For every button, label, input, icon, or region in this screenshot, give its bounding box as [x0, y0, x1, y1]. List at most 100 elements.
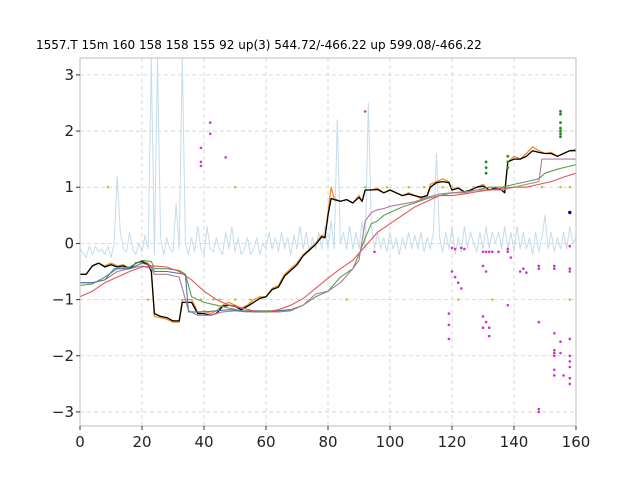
scatter-point-0 — [568, 267, 572, 271]
y-tick-label: 0 — [64, 234, 74, 252]
scatter-point-0 — [450, 270, 454, 273]
scatter-point-0 — [518, 270, 522, 273]
scatter-point-0 — [199, 146, 203, 150]
scatter-point-0 — [484, 320, 488, 324]
scatter-point-1 — [525, 186, 528, 189]
scatter-point-2 — [559, 126, 562, 130]
scatter-point-3 — [568, 210, 572, 215]
y-tick-label: 3 — [64, 66, 74, 84]
scatter-point-2 — [559, 129, 562, 133]
scatter-point-0 — [559, 340, 562, 344]
scatter-point-0 — [224, 156, 227, 159]
scatter-point-0 — [559, 351, 562, 355]
scatter-point-2 — [484, 166, 488, 170]
scatter-point-0 — [484, 250, 488, 254]
scatter-point-0 — [497, 250, 500, 254]
scatter-point-0 — [484, 270, 488, 273]
x-tick-label: 100 — [376, 433, 405, 451]
scatter-point-0 — [537, 267, 541, 271]
y-tick-label: −1 — [52, 291, 74, 309]
scatter-point-1 — [233, 298, 237, 301]
scatter-point-0 — [487, 326, 491, 330]
scatter-point-1 — [568, 186, 571, 189]
y-tick-label: 2 — [64, 122, 74, 140]
chart-title: 1557.T 15m 160 158 158 155 92 up(3) 544.… — [36, 38, 482, 52]
scatter-point-2 — [559, 121, 562, 124]
scatter-point-0 — [568, 270, 572, 273]
scatter-point-0 — [553, 354, 556, 358]
x-tick-label: 0 — [75, 433, 85, 451]
scatter-point-0 — [525, 271, 528, 274]
scatter-point-1 — [106, 186, 110, 189]
scatter-point-1 — [441, 186, 444, 189]
series-line-5 — [80, 262, 291, 313]
y-tick-label: 1 — [64, 178, 74, 196]
scatter-point-2 — [559, 135, 562, 139]
scatter-point-0 — [453, 247, 457, 251]
scatter-point-1 — [249, 298, 252, 301]
y-axis: −3 −2 −1 0 1 2 3 — [52, 66, 80, 421]
scatter-point-0 — [506, 247, 510, 251]
scatter-point-1 — [212, 298, 215, 301]
scatter-point-0 — [553, 368, 556, 372]
x-tick-label: 160 — [562, 433, 591, 451]
scatter-point-0 — [506, 250, 510, 254]
scatter-point-0 — [537, 320, 541, 324]
scatter-point-2 — [559, 132, 562, 136]
scatter-point-0 — [447, 323, 451, 327]
scatter-point-0 — [506, 303, 510, 307]
scatter-point-0 — [522, 267, 525, 271]
scatter-point-0 — [487, 334, 491, 338]
scatter-point-1 — [450, 186, 454, 189]
y-tick-label: −3 — [52, 403, 74, 421]
scatter-point-0 — [481, 326, 485, 330]
scatter-point-0 — [481, 315, 485, 318]
scatter-point-0 — [208, 132, 212, 136]
scatter-point-2 — [506, 166, 510, 170]
scatter-point-2 — [559, 110, 562, 113]
scatter-point-1 — [540, 186, 544, 189]
scatter-point-0 — [447, 337, 451, 341]
scatter-point-0 — [568, 244, 572, 248]
scatter-point-0 — [568, 354, 572, 358]
scatter-point-1 — [233, 186, 237, 189]
scatter-point-0 — [509, 256, 513, 259]
scatter-point-1 — [491, 298, 494, 301]
scatter-point-0 — [562, 374, 565, 377]
scatter-point-1 — [199, 298, 203, 301]
scatter-point-0 — [463, 247, 466, 251]
scatter-point-0 — [456, 281, 460, 285]
scatter-point-1 — [407, 186, 410, 189]
scatter-point-0 — [553, 351, 556, 355]
x-tick-label: 40 — [194, 433, 213, 451]
scatter-point-0 — [553, 374, 556, 377]
scatter-point-1 — [385, 186, 389, 189]
scatter-point-0 — [460, 287, 463, 290]
scatter-point-0 — [453, 275, 457, 279]
scatter-point-0 — [537, 410, 541, 414]
scatter-point-1 — [345, 298, 348, 301]
scatter-point-0 — [208, 121, 212, 124]
scatter-point-1 — [568, 298, 571, 301]
scatter-point-0 — [553, 264, 556, 268]
scatter-point-1 — [457, 298, 460, 301]
scatter-point-1 — [218, 298, 221, 301]
x-axis: 0 20 40 60 80 100 120 140 160 — [75, 426, 590, 451]
scatter-point-0 — [199, 160, 203, 164]
x-tick-label: 120 — [438, 433, 467, 451]
scatter-point-1 — [472, 186, 475, 189]
scatter-point-0 — [568, 360, 572, 363]
x-tick-label: 140 — [500, 433, 529, 451]
scatter-point-0 — [447, 312, 451, 315]
scatter-point-0 — [568, 382, 572, 386]
scatter-point-0 — [199, 164, 203, 168]
scatter-point-1 — [506, 186, 509, 189]
chart-svg: 1557.T 15m 160 158 158 155 92 up(3) 544.… — [36, 38, 590, 451]
scatter-point-0 — [537, 264, 541, 268]
scatter-point-0 — [553, 267, 556, 271]
scatter-point-0 — [537, 407, 541, 411]
scatter-point-0 — [568, 376, 572, 380]
x-tick-label: 80 — [318, 433, 337, 451]
scatter-point-1 — [147, 298, 150, 301]
scatter-point-0 — [481, 250, 485, 254]
